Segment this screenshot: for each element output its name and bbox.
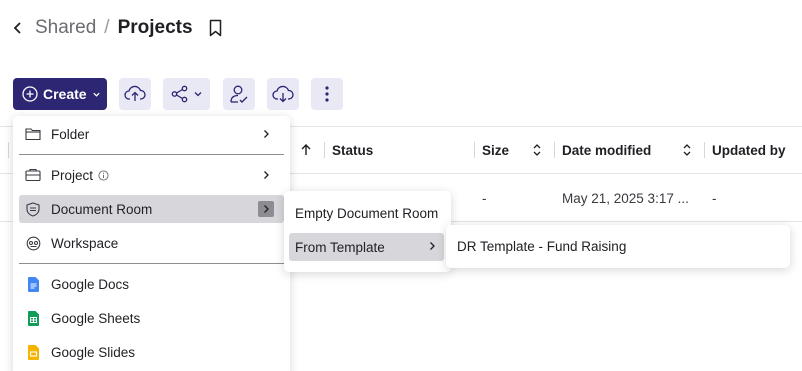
- menu-item-label: Google Sheets: [51, 310, 141, 326]
- cloud-upload-icon: [124, 85, 146, 101]
- sort-toggle-icon[interactable]: [681, 127, 693, 173]
- create-button[interactable]: Create: [13, 78, 107, 110]
- google-sheets-icon: [25, 310, 41, 326]
- share-button[interactable]: [163, 78, 210, 110]
- cloud-download-icon: [272, 85, 294, 103]
- menu-item-label: Document Room: [51, 201, 153, 217]
- chevron-down-icon: [92, 92, 100, 97]
- google-docs-icon: [25, 276, 41, 292]
- menu-item-folder[interactable]: Folder: [19, 120, 284, 148]
- user-check-icon: [230, 85, 248, 103]
- menu-item-dr-template-fund-raising[interactable]: DR Template - Fund Raising: [457, 232, 626, 260]
- plus-circle-icon: [22, 86, 38, 102]
- download-button[interactable]: [267, 78, 299, 110]
- page-title: Projects: [117, 17, 193, 38]
- cell-updated-by: -: [712, 190, 717, 206]
- menu-item-label: Folder: [51, 126, 90, 142]
- template-submenu: DR Template - Fund Raising: [446, 225, 790, 268]
- sort-asc-icon[interactable]: [299, 127, 313, 173]
- create-menu: Folder Project Document Room Workspace G…: [13, 116, 290, 371]
- sort-toggle-icon[interactable]: [531, 127, 543, 173]
- project-icon: [25, 167, 41, 183]
- column-header-date-modified[interactable]: Date modified: [562, 127, 651, 173]
- menu-item-workspace[interactable]: Workspace: [19, 229, 284, 257]
- bookmark-icon[interactable]: [209, 18, 223, 38]
- cell-date-modified: May 21, 2025 3:17 ...: [562, 190, 689, 206]
- column-header-status[interactable]: Status: [332, 127, 373, 173]
- chevron-right-icon: [428, 241, 436, 251]
- chevron-right-icon: [258, 201, 274, 217]
- column-header-size[interactable]: Size: [482, 127, 509, 173]
- menu-item-google-docs[interactable]: Google Docs: [19, 270, 284, 298]
- document-room-submenu: Empty Document Room From Template: [284, 191, 451, 272]
- assign-user-button[interactable]: [223, 78, 255, 110]
- menu-item-label: Workspace: [51, 235, 119, 251]
- breadcrumb: Shared / Projects: [10, 14, 223, 42]
- info-icon: [98, 169, 109, 181]
- menu-item-label: Project: [51, 167, 94, 183]
- menu-item-label: Google Docs: [51, 276, 130, 292]
- cell-size: -: [482, 190, 487, 206]
- breadcrumb-parent[interactable]: Shared: [35, 17, 96, 39]
- menu-item-label: Google Slides: [51, 344, 136, 360]
- toolbar: Create: [13, 78, 343, 110]
- breadcrumb-separator: /: [104, 17, 110, 38]
- back-arrow-icon[interactable]: [10, 18, 26, 38]
- column-header-updated-by[interactable]: Updated by: [712, 127, 786, 173]
- shield-icon: [25, 201, 41, 217]
- workspace-icon: [25, 235, 41, 251]
- chevron-right-icon: [258, 167, 274, 183]
- google-slides-icon: [25, 344, 41, 360]
- menu-item-google-slides[interactable]: Google Slides: [19, 338, 284, 366]
- folder-icon: [25, 126, 41, 142]
- chevron-right-icon: [258, 126, 274, 142]
- menu-item-label: From Template: [295, 239, 385, 255]
- menu-item-google-sheets[interactable]: Google Sheets: [19, 304, 284, 332]
- menu-item-document-room[interactable]: Document Room: [19, 195, 284, 223]
- share-icon: [171, 85, 187, 103]
- upload-button[interactable]: [119, 78, 151, 110]
- menu-item-from-template[interactable]: From Template: [289, 233, 444, 261]
- chevron-down-icon: [194, 92, 201, 97]
- menu-item-project[interactable]: Project: [19, 161, 284, 189]
- create-button-label: Create: [43, 86, 87, 102]
- more-vertical-icon: [325, 86, 329, 102]
- menu-item-empty-document-room[interactable]: Empty Document Room: [289, 199, 438, 227]
- more-options-button[interactable]: [311, 78, 343, 110]
